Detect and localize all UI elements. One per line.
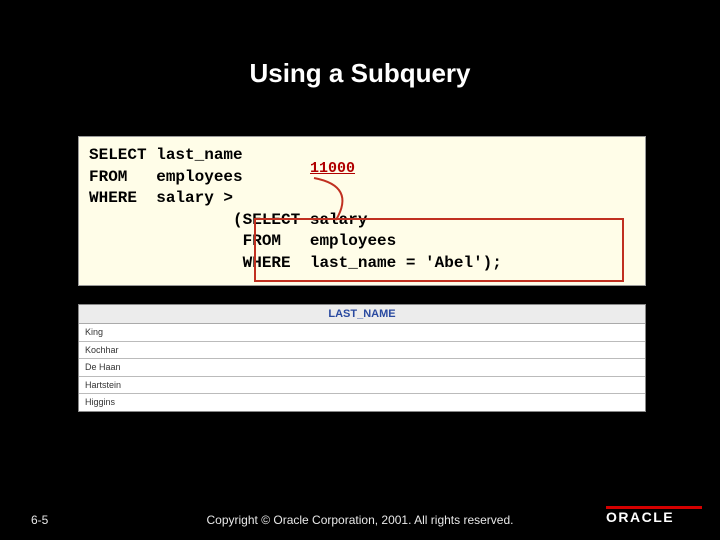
table-row: King: [79, 324, 645, 342]
slide-footer: 6-5 Copyright © Oracle Corporation, 2001…: [0, 507, 720, 527]
slide: Using a Subquery SELECT last_name FROM e…: [0, 0, 720, 540]
oracle-logo: ORACLE: [606, 506, 702, 520]
sql-code-block: SELECT last_name FROM employees WHERE sa…: [78, 136, 646, 286]
subquery-return-value-annotation: 11000: [310, 160, 355, 177]
table-row: De Haan: [79, 359, 645, 377]
result-header: LAST_NAME: [79, 305, 645, 324]
logo-text: ORACLE: [606, 510, 702, 524]
table-row: Hartstein: [79, 377, 645, 395]
table-row: Higgins: [79, 394, 645, 411]
query-result-table: LAST_NAME King Kochhar De Haan Hartstein…: [78, 304, 646, 412]
slide-title: Using a Subquery: [0, 58, 720, 89]
table-row: Kochhar: [79, 342, 645, 360]
